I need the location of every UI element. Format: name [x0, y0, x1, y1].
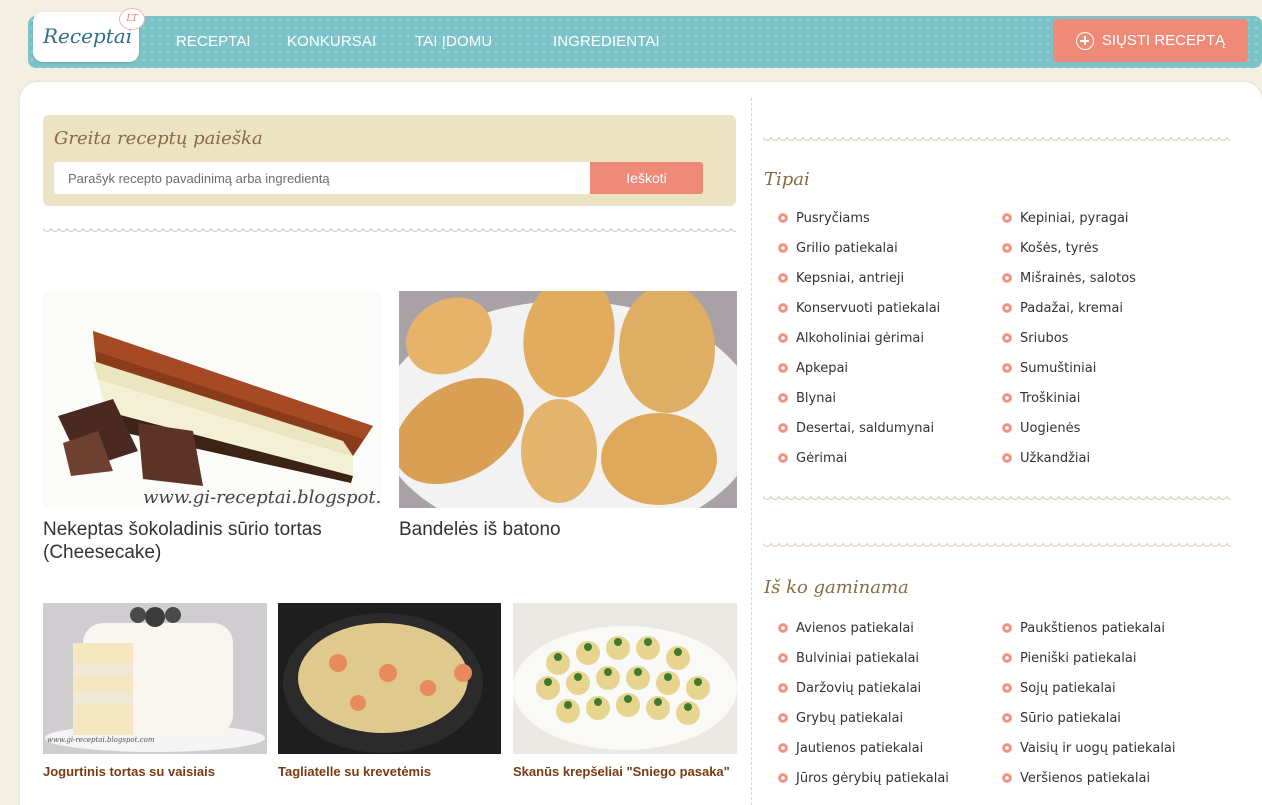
category-item[interactable]: Sumuštiniai	[1001, 353, 1231, 383]
nav-ingredientai[interactable]: INGREDIENTAI	[553, 33, 660, 50]
category-item[interactable]: Sojų patiekalai	[1001, 673, 1241, 703]
site-logo[interactable]: Receptai LT	[33, 8, 145, 62]
category-item[interactable]: Pieniški patiekalai	[1001, 643, 1241, 673]
wavy-divider	[763, 543, 1231, 551]
types-list-right: Kepiniai, pyragai Košės, tyrės Mišrainės…	[1001, 203, 1231, 473]
flower-bullet-icon	[778, 243, 788, 253]
made-from-list-right: Paukštienos patiekalai Pieniški patiekal…	[1001, 613, 1241, 793]
category-item[interactable]: Alkoholiniai gėrimai	[777, 323, 992, 353]
flower-bullet-icon	[778, 213, 788, 223]
flower-bullet-icon	[1002, 333, 1012, 343]
flower-bullet-icon	[1002, 713, 1012, 723]
flower-bullet-icon	[778, 333, 788, 343]
category-item[interactable]: Jūros gėrybių patiekalai	[777, 763, 992, 793]
category-item[interactable]: Grybų patiekalai	[777, 703, 992, 733]
cheesecake-watermark: www.gi-receptai.blogspot.com	[143, 487, 381, 508]
category-item[interactable]: Blynai	[777, 383, 992, 413]
flower-bullet-icon	[778, 623, 788, 633]
category-item[interactable]: Kepiniai, pyragai	[1001, 203, 1231, 233]
flower-bullet-icon	[1002, 453, 1012, 463]
category-item[interactable]: Kepsniai, antrieji	[777, 263, 992, 293]
category-item[interactable]: Daržovių patiekalai	[777, 673, 992, 703]
jogurtinis-photo[interactable]: www.gi-receptai.blogspot.com	[43, 603, 267, 754]
flower-bullet-icon	[778, 303, 788, 313]
cheesecake-photo[interactable]: www.gi-receptai.blogspot.com	[43, 291, 381, 508]
category-item[interactable]: Vaisių ir uogų patiekalai	[1001, 733, 1241, 763]
send-recipe-label: SIŲSTI RECEPTĄ	[1101, 32, 1226, 49]
made-from-heading: Iš ko gaminama	[764, 577, 909, 598]
search-title: Greita receptų paieška	[54, 128, 263, 149]
flower-bullet-icon	[1002, 773, 1012, 783]
flower-bullet-icon	[1002, 243, 1012, 253]
made-from-list-left: Avienos patiekalai Bulviniai patiekalai …	[777, 613, 992, 793]
category-item[interactable]: Konservuoti patiekalai	[777, 293, 992, 323]
jogurtinis-watermark: www.gi-receptai.blogspot.com	[47, 736, 155, 744]
flower-bullet-icon	[1002, 273, 1012, 283]
category-item[interactable]: Troškiniai	[1001, 383, 1231, 413]
flower-bullet-icon	[1002, 303, 1012, 313]
category-item[interactable]: Uogienės	[1001, 413, 1231, 443]
flower-bullet-icon	[1002, 653, 1012, 663]
flower-bullet-icon	[778, 743, 788, 753]
search-input[interactable]	[54, 162, 590, 194]
wavy-divider	[763, 496, 1231, 504]
flower-bullet-icon	[1002, 423, 1012, 433]
category-item[interactable]: Bulviniai patiekalai	[777, 643, 992, 673]
category-item[interactable]: Pusryčiams	[777, 203, 992, 233]
send-recipe-button[interactable]: SIŲSTI RECEPTĄ	[1053, 19, 1248, 62]
krepseliai-photo[interactable]	[513, 603, 737, 754]
flower-bullet-icon	[1002, 683, 1012, 693]
flower-bullet-icon	[1002, 743, 1012, 753]
category-item[interactable]: Apkepai	[777, 353, 992, 383]
flower-bullet-icon	[1002, 213, 1012, 223]
nav-receptai[interactable]: RECEPTAI	[176, 33, 251, 50]
types-heading: Tipai	[764, 169, 810, 190]
category-item[interactable]: Avienos patiekalai	[777, 613, 992, 643]
logo-badge: LT	[119, 8, 145, 30]
nav-tai-idomu[interactable]: TAI ĮDOMU	[415, 33, 492, 50]
category-item[interactable]: Košės, tyrės	[1001, 233, 1231, 263]
recipe-title-1[interactable]: Jogurtinis tortas su vaisiais	[43, 764, 273, 780]
category-item[interactable]: Užkandžiai	[1001, 443, 1231, 473]
category-item[interactable]: Sriubos	[1001, 323, 1231, 353]
flower-bullet-icon	[778, 683, 788, 693]
recipe-title-2[interactable]: Tagliatelle su krevetėmis	[278, 764, 508, 780]
wavy-divider	[763, 137, 1231, 145]
flower-bullet-icon	[778, 273, 788, 283]
featured-title-2[interactable]: Bandelės iš batono	[399, 518, 737, 541]
category-item[interactable]: Padažai, kremai	[1001, 293, 1231, 323]
category-item[interactable]: Sūrio patiekalai	[1001, 703, 1241, 733]
flower-bullet-icon	[1002, 393, 1012, 403]
search-button[interactable]: Ieškoti	[590, 162, 703, 194]
flower-bullet-icon	[778, 773, 788, 783]
types-list-left: Pusryčiams Grilio patiekalai Kepsniai, a…	[777, 203, 992, 473]
column-divider	[751, 98, 752, 805]
flower-bullet-icon	[1002, 623, 1012, 633]
flower-bullet-icon	[778, 423, 788, 433]
category-item[interactable]: Gėrimai	[777, 443, 992, 473]
flower-bullet-icon	[778, 653, 788, 663]
recipe-title-3[interactable]: Skanūs krepšeliai "Sniego pasaka"	[513, 764, 743, 780]
flower-bullet-icon	[778, 393, 788, 403]
wavy-divider	[43, 228, 736, 236]
category-item[interactable]: Mišrainės, salotos	[1001, 263, 1231, 293]
bandeles-photo[interactable]	[399, 291, 737, 508]
logo-text: Receptai	[43, 24, 133, 48]
category-item[interactable]: Veršienos patiekalai	[1001, 763, 1241, 793]
featured-title-1[interactable]: Nekeptas šokoladinis sūrio tortas (Chees…	[43, 518, 381, 564]
category-item[interactable]: Jautienos patiekalai	[777, 733, 992, 763]
category-item[interactable]: Grilio patiekalai	[777, 233, 992, 263]
category-item[interactable]: Desertai, saldumynai	[777, 413, 992, 443]
flower-bullet-icon	[778, 713, 788, 723]
category-item[interactable]: Paukštienos patiekalai	[1001, 613, 1241, 643]
plus-circle-icon	[1075, 31, 1094, 50]
flower-bullet-icon	[1002, 363, 1012, 373]
flower-bullet-icon	[778, 453, 788, 463]
flower-bullet-icon	[778, 363, 788, 373]
nav-konkursai[interactable]: KONKURSAI	[287, 33, 376, 50]
tagliatelle-photo[interactable]	[278, 603, 501, 754]
